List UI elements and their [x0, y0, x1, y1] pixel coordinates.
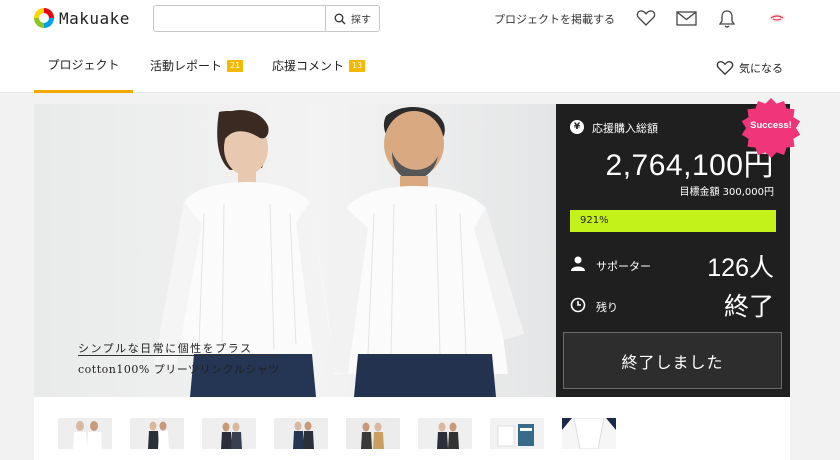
avatar[interactable]: [768, 11, 786, 25]
heart-icon[interactable]: [636, 9, 656, 27]
favorite-button[interactable]: 気になる: [716, 60, 783, 76]
thumbnail-1[interactable]: [58, 418, 112, 449]
thumbnail-5[interactable]: [346, 418, 400, 449]
tab-project[interactable]: プロジェクト: [34, 38, 133, 93]
remaining-value: 終了: [723, 292, 774, 321]
supporters-label: サポーター: [596, 260, 651, 273]
progress-percent: 921%: [580, 215, 609, 226]
favorite-label: 気になる: [739, 62, 783, 75]
tab-support-comments[interactable]: 応援コメント 13: [272, 38, 366, 93]
project-hero-image[interactable]: シンプルな日常に個性をプラス cotton100% プリーツリンクルシャツ: [34, 104, 556, 397]
image-thumbnail-strip: [34, 397, 790, 460]
hero-divider: [78, 355, 278, 356]
project-tabs: プロジェクト 活動レポート 21 応援コメント 13 気になる: [0, 38, 840, 93]
bell-icon[interactable]: [718, 9, 736, 29]
remaining-label: 残り: [596, 301, 618, 314]
heart-outline-icon: [716, 61, 734, 76]
supporters-count: 126人: [707, 254, 774, 282]
search-icon: [334, 13, 346, 24]
report-count-badge: 21: [227, 59, 244, 72]
thumbnail-8[interactable]: [562, 418, 616, 449]
search-box: 探す: [153, 5, 380, 32]
makuake-logo[interactable]: Makuake: [34, 8, 130, 28]
comment-count-badge: 13: [349, 59, 366, 72]
thumbnail-6[interactable]: [418, 418, 472, 449]
goal-amount: 目標金額 300,000円: [679, 187, 774, 198]
hero-catch-copy-2: cotton100% プリーツリンクルシャツ: [78, 363, 280, 376]
site-header: Makuake 探す プロジェクトを掲載する: [0, 0, 840, 38]
thumbnail-4[interactable]: [274, 418, 328, 449]
tab-report-label: 活動レポート: [150, 59, 223, 73]
mail-icon[interactable]: [676, 9, 697, 27]
search-button[interactable]: 探す: [325, 6, 379, 31]
brand-name: Makuake: [59, 8, 130, 28]
thumbnail-7[interactable]: [490, 418, 544, 449]
clock-icon: [570, 297, 586, 313]
thumbnail-3[interactable]: [202, 418, 256, 449]
total-support-label: 応援購入総額: [592, 122, 658, 135]
funding-progress-bar: 921%: [570, 210, 776, 232]
search-input[interactable]: [154, 6, 325, 31]
success-badge-label: Success!: [750, 120, 792, 131]
post-project-link[interactable]: プロジェクトを掲載する: [494, 11, 615, 27]
search-button-label: 探す: [351, 15, 371, 26]
hero-catch-copy-1: シンプルな日常に個性をプラス: [78, 342, 253, 355]
ended-button[interactable]: 終了しました: [563, 332, 782, 389]
thumbnail-2[interactable]: [130, 418, 184, 449]
logo-mark-icon: [34, 8, 54, 28]
yen-icon: ¥: [570, 120, 584, 134]
tab-activity-report[interactable]: 活動レポート 21: [150, 38, 244, 93]
person-icon: [571, 256, 585, 271]
tab-comment-label: 応援コメント: [272, 59, 345, 73]
tab-project-label: プロジェクト: [47, 57, 120, 72]
